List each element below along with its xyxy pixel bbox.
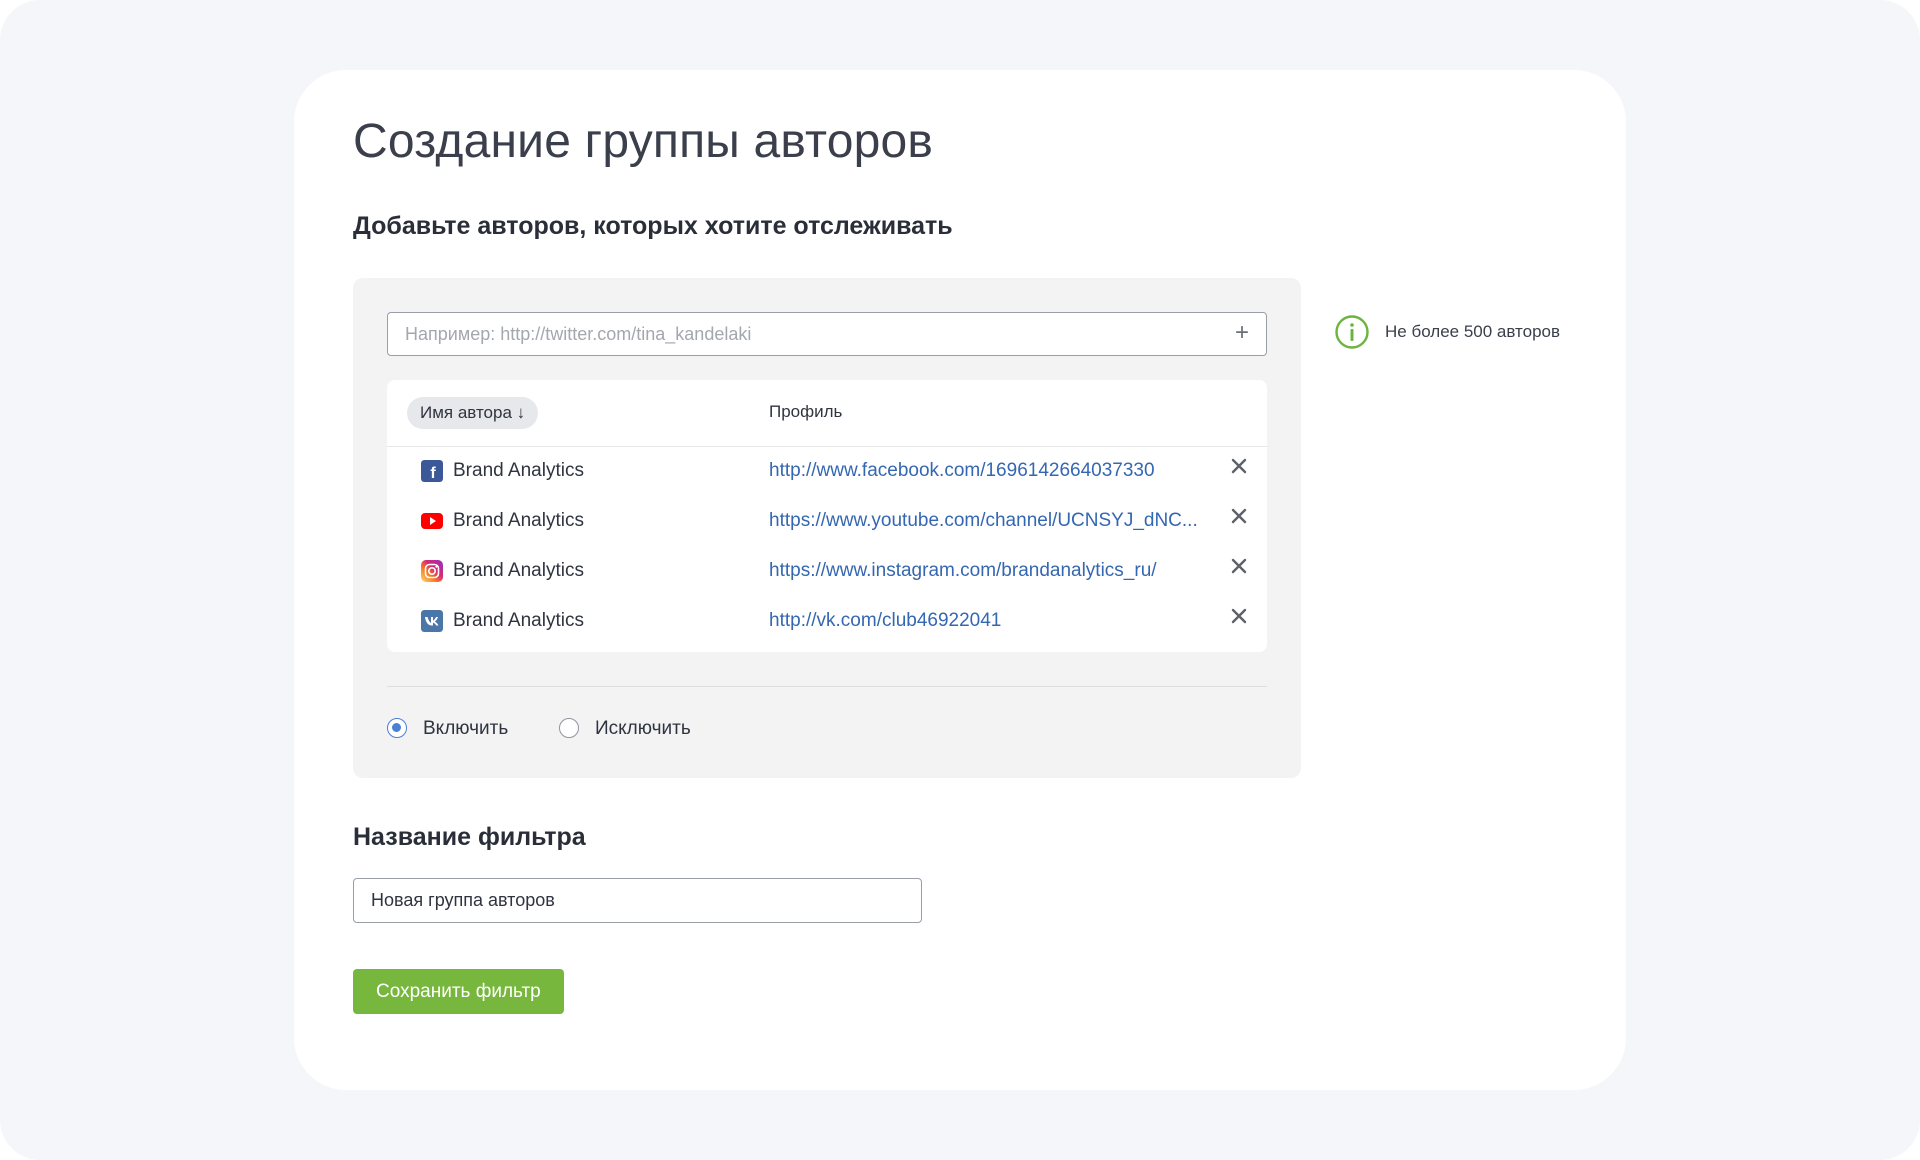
close-icon[interactable] [1229,456,1249,476]
save-filter-button[interactable]: Сохранить фильтр [353,969,564,1014]
table-row: Brand Analytics http://vk.com/club469220… [387,596,1267,646]
youtube-icon [421,513,443,529]
close-icon[interactable] [1229,556,1249,576]
table-row: Brand Analytics https://www.instagram.co… [387,546,1267,596]
svg-text:f: f [430,465,436,482]
vk-icon [421,610,443,632]
close-icon[interactable] [1229,506,1249,526]
authors-panel: + Имя автора ↓ Профиль f Brand Analytics… [353,278,1301,778]
authors-table: Имя автора ↓ Профиль f Brand Analytics h… [387,380,1267,652]
include-radio-label: Включить [423,718,509,739]
table-header: Имя автора ↓ Профиль [387,380,1267,447]
author-url-field: + [387,312,1267,356]
radio-unchecked-indicator [559,718,579,738]
plus-icon[interactable]: + [1230,321,1254,345]
authors-limit-text: Не более 500 авторов [1385,322,1561,341]
table-row: Brand Analytics https://www.youtube.com/… [387,496,1267,546]
profile-link[interactable]: http://vk.com/club46922041 [769,610,1216,632]
sort-by-author-name-button[interactable]: Имя автора ↓ [407,397,539,429]
table-row: f Brand Analytics http://www.facebook.co… [387,446,1267,496]
profile-link[interactable]: https://www.youtube.com/channel/UCNSYJ_d… [769,510,1216,532]
divider [387,686,1267,687]
filter-name-input[interactable] [353,878,922,923]
info-icon [1335,315,1369,349]
profile-link[interactable]: http://www.facebook.com/1696142664037330 [769,460,1216,482]
instagram-icon [421,560,443,582]
author-name: Brand Analytics [453,560,584,581]
author-url-input[interactable] [388,313,1225,355]
close-icon[interactable] [1229,606,1249,626]
author-name: Brand Analytics [453,460,584,481]
create-author-group-card: Создание группы авторов Добавьте авторов… [294,70,1626,1090]
profile-link[interactable]: https://www.instagram.com/brandanalytics… [769,560,1216,582]
radio-dot [392,723,401,732]
author-name: Brand Analytics [453,610,584,631]
facebook-icon: f [421,460,443,482]
filter-name-title: Название фильтра [353,823,586,851]
author-name: Brand Analytics [453,510,584,531]
section-title: Добавьте авторов, которых хотите отслежи… [353,212,953,240]
radio-checked-indicator [387,718,407,738]
profile-column-header: Профиль [769,402,843,421]
page-title: Создание группы авторов [353,115,934,168]
exclude-radio-label: Исключить [595,718,691,739]
